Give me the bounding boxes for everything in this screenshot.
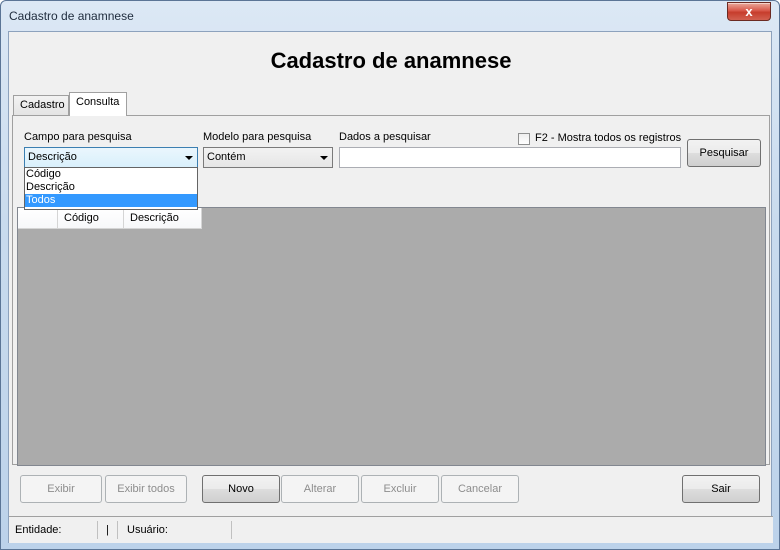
cancelar-button[interactable]: Cancelar <box>441 475 519 503</box>
row-selector-header[interactable] <box>18 208 58 229</box>
tab-consulta[interactable]: Consulta <box>69 92 127 116</box>
window-title: Cadastro de anamnese <box>9 9 134 23</box>
modelo-pesquisa-label: Modelo para pesquisa <box>203 131 312 143</box>
close-icon: x <box>745 4 753 19</box>
results-grid[interactable]: Código Descrição <box>17 207 766 466</box>
pesquisar-button-label: Pesquisar <box>699 147 749 159</box>
page-title: Cadastro de anamnese <box>270 48 512 73</box>
status-divider <box>231 521 232 539</box>
grid-column-descricao[interactable]: Descrição <box>124 208 202 229</box>
status-divider <box>97 521 98 539</box>
dropdown-option-todos[interactable]: Todos <box>25 194 197 207</box>
f2-checkbox[interactable] <box>518 133 530 145</box>
campo-pesquisa-value: Descrição <box>28 151 77 163</box>
dados-pesquisar-input[interactable] <box>339 147 681 168</box>
usuario-label: Usuário: <box>127 524 168 536</box>
sair-button[interactable]: Sair <box>682 475 760 503</box>
campo-pesquisa-select[interactable]: Descrição <box>24 147 198 168</box>
grid-column-codigo[interactable]: Código <box>58 208 124 229</box>
excluir-button[interactable]: Excluir <box>361 475 439 503</box>
f2-checkbox-label: F2 - Mostra todos os registros <box>535 132 682 144</box>
chevron-down-icon <box>185 156 193 160</box>
dados-pesquisar-label: Dados a pesquisar <box>339 131 431 143</box>
title-bar[interactable]: Cadastro de anamnese x <box>1 1 779 31</box>
novo-button[interactable]: Novo <box>202 475 280 503</box>
tab-cadastro[interactable]: Cadastro <box>13 95 69 116</box>
status-divider <box>117 521 118 539</box>
pesquisar-button[interactable]: Pesquisar <box>687 139 761 167</box>
campo-pesquisa-dropdown: Código Descrição Todos <box>24 167 198 210</box>
alterar-button[interactable]: Alterar <box>281 475 359 503</box>
modelo-pesquisa-value: Contém <box>207 151 246 163</box>
close-button[interactable]: x <box>727 2 771 21</box>
exibir-todos-button[interactable]: Exibir todos <box>105 475 187 503</box>
application-window: Cadastro de anamnese x Cadastro de anamn… <box>0 0 780 550</box>
dropdown-option-descricao[interactable]: Descrição <box>25 181 197 194</box>
exibir-button[interactable]: Exibir <box>20 475 102 503</box>
modelo-pesquisa-select[interactable]: Contém <box>203 147 333 168</box>
entidade-label: Entidade: <box>15 524 62 536</box>
status-separator-text: | <box>106 524 109 536</box>
campo-pesquisa-label: Campo para pesquisa <box>24 131 132 143</box>
client-area: Cadastro de anamnese Cadastro Consulta C… <box>8 31 773 543</box>
dropdown-option-codigo[interactable]: Código <box>25 168 197 181</box>
chevron-down-icon <box>320 156 328 160</box>
grid-header: Código Descrição <box>18 208 202 229</box>
status-bar: Entidade: | Usuário: <box>9 516 773 543</box>
